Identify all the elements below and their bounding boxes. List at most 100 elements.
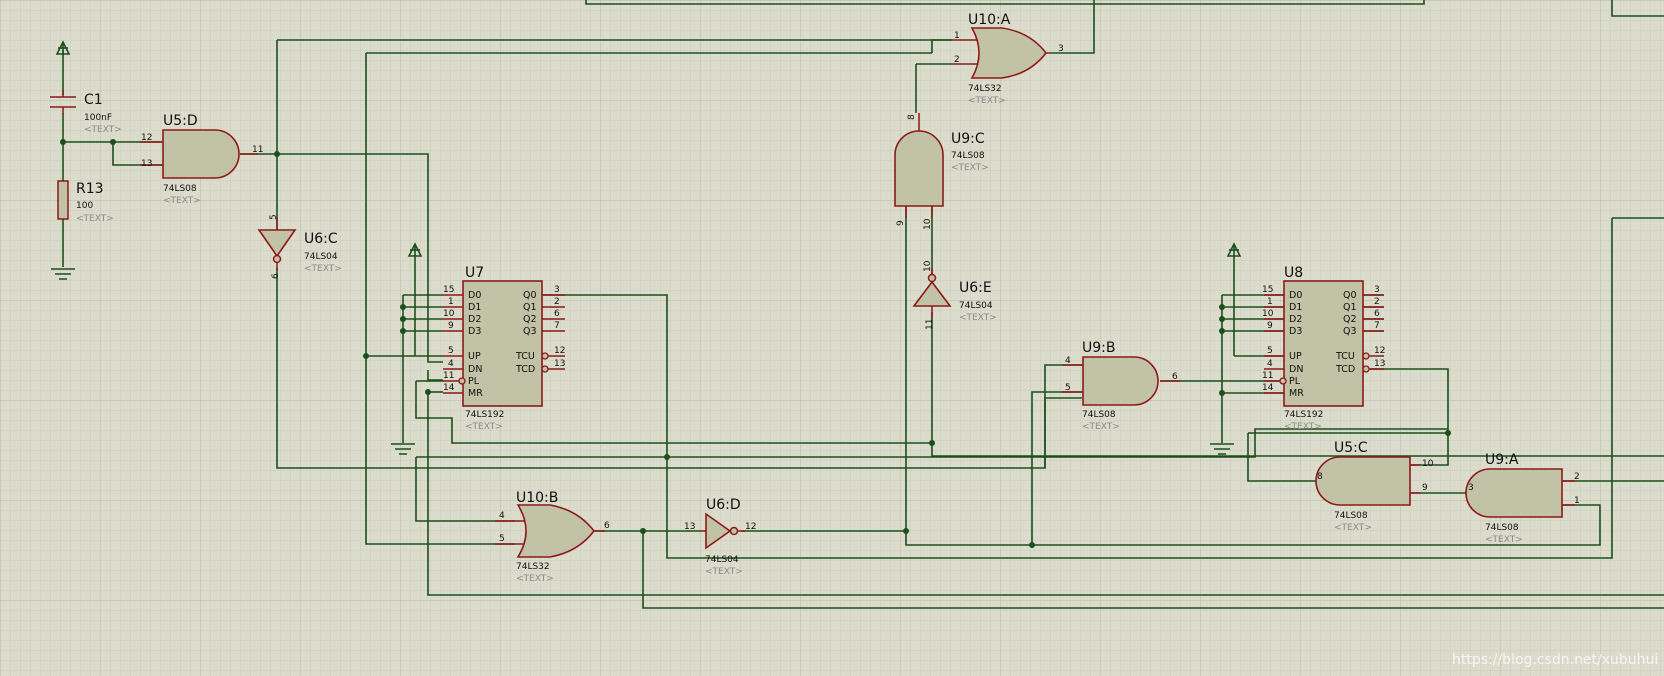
svg-text:<TEXT>: <TEXT>: [304, 264, 342, 274]
svg-text:74LS04: 74LS04: [705, 555, 739, 565]
svg-text:1: 1: [1267, 297, 1273, 307]
svg-text:<TEXT>: <TEXT>: [76, 214, 114, 224]
svg-text:9: 9: [1422, 483, 1428, 493]
svg-text:74LS08: 74LS08: [163, 184, 197, 194]
svg-text:74LS08: 74LS08: [951, 151, 985, 161]
svg-text:<TEXT>: <TEXT>: [1334, 523, 1372, 533]
svg-text:R13: R13: [76, 181, 104, 197]
svg-text:UP: UP: [468, 351, 481, 362]
grid: [0, 0, 1664, 676]
svg-text:MR: MR: [468, 388, 483, 399]
svg-text:9: 9: [896, 220, 906, 226]
svg-text:13: 13: [554, 359, 565, 369]
svg-text:U10:A: U10:A: [968, 12, 1011, 28]
svg-text:1: 1: [1574, 496, 1580, 506]
svg-text:5: 5: [499, 534, 505, 544]
svg-text:74LS08: 74LS08: [1485, 523, 1519, 533]
svg-text:100nF: 100nF: [84, 113, 112, 123]
svg-text:74LS08: 74LS08: [1082, 410, 1116, 420]
svg-text:10: 10: [923, 218, 933, 230]
svg-text:13: 13: [1374, 359, 1385, 369]
svg-text:<TEXT>: <TEXT>: [163, 196, 201, 206]
svg-text:<TEXT>: <TEXT>: [959, 313, 997, 323]
svg-text:U10:B: U10:B: [516, 490, 558, 506]
svg-text:2: 2: [954, 55, 960, 65]
svg-text:3: 3: [554, 285, 560, 295]
svg-text:5: 5: [448, 346, 454, 356]
svg-text:U9:A: U9:A: [1485, 452, 1519, 468]
svg-text:3: 3: [1374, 285, 1380, 295]
schematic-canvas[interactable]: C1 100nF <TEXT> R13 100 <TEXT> U5:D 12 1…: [0, 0, 1664, 676]
svg-text:U6:E: U6:E: [959, 280, 992, 296]
svg-text:14: 14: [443, 383, 455, 393]
svg-text:Q0: Q0: [1343, 290, 1357, 301]
svg-text:Q3: Q3: [523, 326, 537, 337]
svg-text:U7: U7: [465, 265, 484, 281]
svg-text:6: 6: [1374, 309, 1380, 319]
svg-text:74LS192: 74LS192: [465, 410, 504, 420]
svg-text:6: 6: [1172, 372, 1178, 382]
svg-text:Q0: Q0: [523, 290, 537, 301]
svg-text:U5:D: U5:D: [163, 113, 198, 129]
svg-text:MR: MR: [1289, 388, 1304, 399]
svg-text:8: 8: [907, 114, 917, 120]
svg-text:D0: D0: [1289, 290, 1302, 301]
svg-text:11: 11: [443, 371, 454, 381]
svg-text:D2: D2: [1289, 314, 1302, 325]
svg-text:<TEXT>: <TEXT>: [705, 567, 743, 577]
svg-text:6: 6: [604, 521, 610, 531]
svg-text:74LS08: 74LS08: [1334, 511, 1368, 521]
svg-text:D2: D2: [468, 314, 481, 325]
svg-text:74LS04: 74LS04: [959, 301, 993, 311]
svg-text:10: 10: [443, 309, 455, 319]
svg-text:D1: D1: [468, 302, 481, 313]
svg-text:Q2: Q2: [1343, 314, 1357, 325]
svg-text:7: 7: [554, 321, 560, 331]
svg-text:1: 1: [448, 297, 454, 307]
svg-text:10: 10: [1262, 309, 1274, 319]
svg-text:11: 11: [925, 319, 935, 330]
svg-text:1: 1: [954, 31, 960, 41]
svg-text:5: 5: [269, 214, 279, 220]
svg-text:TCD: TCD: [1335, 364, 1355, 375]
svg-text:PL: PL: [468, 376, 480, 387]
svg-text:U5:C: U5:C: [1334, 440, 1368, 456]
svg-text:6: 6: [271, 273, 281, 279]
svg-text:12: 12: [745, 522, 756, 532]
svg-text:9: 9: [448, 321, 454, 331]
svg-text:D3: D3: [468, 326, 481, 337]
svg-text:13: 13: [684, 522, 695, 532]
svg-text:3: 3: [1058, 44, 1064, 54]
svg-text:U8: U8: [1284, 265, 1303, 281]
svg-text:5: 5: [1267, 346, 1273, 356]
svg-text:4: 4: [1267, 359, 1273, 369]
svg-text:11: 11: [1262, 371, 1273, 381]
svg-text:14: 14: [1262, 383, 1274, 393]
svg-text:4: 4: [499, 511, 505, 521]
svg-text:U9:B: U9:B: [1082, 340, 1115, 356]
svg-text:12: 12: [554, 346, 565, 356]
svg-text:8: 8: [1317, 472, 1323, 482]
svg-text:Q2: Q2: [523, 314, 537, 325]
svg-text:<TEXT>: <TEXT>: [968, 96, 1006, 106]
svg-text:Q1: Q1: [523, 302, 537, 313]
svg-text:74LS32: 74LS32: [516, 562, 550, 572]
svg-text:D1: D1: [1289, 302, 1302, 313]
svg-text:74LS32: 74LS32: [968, 84, 1002, 94]
svg-text:U9:C: U9:C: [951, 131, 985, 147]
svg-text:TCU: TCU: [515, 351, 535, 362]
svg-text:15: 15: [1262, 285, 1273, 295]
svg-text:9: 9: [1267, 321, 1273, 331]
svg-text:<TEXT>: <TEXT>: [516, 574, 554, 584]
svg-text:<TEXT>: <TEXT>: [465, 422, 503, 432]
svg-text:15: 15: [443, 285, 454, 295]
watermark-text: https://blog.csdn.net/xubuhui: [1452, 652, 1658, 668]
svg-text:Q1: Q1: [1343, 302, 1357, 313]
svg-text:DN: DN: [468, 364, 482, 375]
svg-text:<TEXT>: <TEXT>: [84, 125, 122, 135]
svg-text:12: 12: [141, 133, 152, 143]
svg-text:10: 10: [1422, 459, 1434, 469]
svg-text:2: 2: [554, 297, 560, 307]
svg-text:Q3: Q3: [1343, 326, 1357, 337]
svg-text:DN: DN: [1289, 364, 1303, 375]
